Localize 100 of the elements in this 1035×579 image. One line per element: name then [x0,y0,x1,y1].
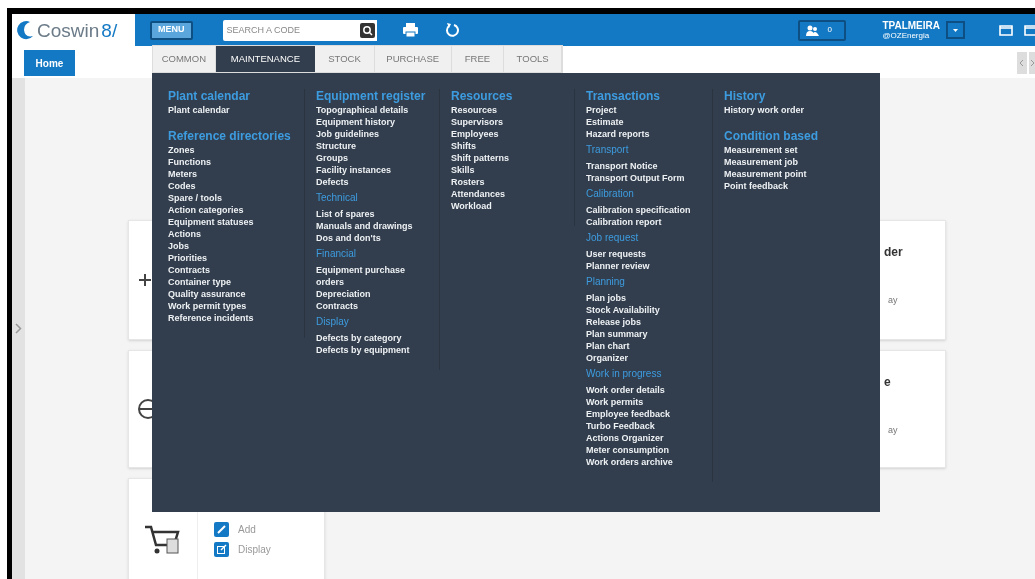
user-organization: @OZEnergia [882,31,931,40]
user-name: TPALMEIRA [882,20,940,31]
open-icon[interactable] [214,542,229,557]
menu-item[interactable]: Topographical details [316,104,428,116]
menu-item[interactable]: Contracts [316,300,428,312]
pencil-icon[interactable] [214,522,229,537]
card-link[interactable]: ay [888,294,898,308]
logo-version: 8/ [101,20,118,40]
menu-item[interactable]: Shifts [451,140,571,152]
card-title: e [884,374,891,391]
menu-item[interactable]: Structure [316,140,428,152]
menu-item[interactable]: Plant calendar [168,104,298,116]
menu-subheading: Financial [316,247,358,261]
menu-item[interactable]: Facility instances [316,164,428,176]
menu-item[interactable]: Employee feedback [586,408,711,420]
menu-item[interactable]: Codes [168,180,298,192]
menu-item[interactable]: Zones [168,144,298,156]
menu-item[interactable]: Functions [168,156,298,168]
menu-subheading: Display [316,315,350,329]
menu-item[interactable]: Attendances [451,188,571,200]
menu-item[interactable]: Supervisors [451,116,571,128]
menu-item[interactable]: Actions [168,228,298,240]
menu-item[interactable]: Container type [168,276,298,288]
menu-item[interactable]: Meter consumption [586,444,711,456]
menu-item[interactable]: Organizer [586,352,711,364]
menu-heading: Transactions [586,89,662,104]
menu-item[interactable]: Spare / tools [168,192,298,204]
menu-subheading: Work in progress [586,367,663,381]
menu-item[interactable]: Groups [316,152,428,164]
menu-item[interactable]: Measurement set [724,144,864,156]
users-icon [806,24,820,36]
menu-item[interactable]: Transport Output Form [586,172,711,184]
menu-item[interactable]: Equipment history [316,116,428,128]
menu-item[interactable]: Turbo Feedback [586,420,711,432]
notification-button[interactable]: 0 [798,19,847,41]
menu-item[interactable]: List of spares [316,208,428,220]
menu-item[interactable]: Work permit types [168,300,298,312]
menu-item[interactable]: Manuals and drawings [316,220,428,232]
logo-icon [15,19,35,41]
menu-item[interactable]: Employees [451,128,571,140]
menu-tab[interactable]: MAINTENANCE [215,46,316,72]
menu-item[interactable]: Project [586,104,711,116]
menu-item[interactable]: Jobs [168,240,298,252]
search-field[interactable]: SEARCH A CODE [222,19,360,41]
menu-item[interactable]: Resources [451,104,571,116]
menu-heading: Condition based [724,129,819,144]
menu-item[interactable]: Release jobs [586,316,711,328]
menu-item[interactable]: Workload [451,200,571,212]
menu-item[interactable]: Point feedback [724,180,864,192]
menu-subheading: Job request [586,231,640,245]
menu-heading: Plant calendar [168,89,252,104]
menu-item[interactable]: Estimate [586,116,711,128]
menu-item[interactable]: Equipment purchase orders [316,264,428,288]
menu-item[interactable]: History work order [724,104,864,116]
menu-item[interactable]: Depreciation [316,288,428,300]
menu-item[interactable]: Plan chart [586,340,711,352]
menu-item[interactable]: Plan jobs [586,292,711,304]
dropdown-button[interactable] [946,21,965,39]
logo-text: Coswin [37,20,100,40]
windows-icon[interactable] [1024,24,1035,36]
window-icon[interactable] [999,24,1013,36]
menu-item[interactable]: Stock Availability [586,304,711,316]
menu-item[interactable]: Quality assurance [168,288,298,300]
menu-heading: Reference directories [168,129,292,144]
menu-heading: Equipment register [316,89,427,104]
menu-item[interactable]: Defects by category [316,332,428,344]
menu-item[interactable]: Defects by equipment [316,344,428,356]
menu-item[interactable]: Hazard reports [586,128,711,140]
menu-item[interactable]: Measurement job [724,156,864,168]
menu-item[interactable]: Action categories [168,204,298,216]
menu-item[interactable]: Equipment statuses [168,216,298,228]
card-link[interactable]: ay [888,424,898,438]
menu-item[interactable]: Work permits [586,396,711,408]
menu-item[interactable]: Contracts [168,264,298,276]
plus-icon [139,274,151,286]
refresh-icon[interactable] [444,23,459,37]
print-icon[interactable] [402,23,418,37]
menu-item[interactable]: User requests [586,248,711,260]
menu-item[interactable]: Rosters [451,176,571,188]
menu-subheading: Planning [586,275,626,289]
menu-item[interactable]: Work order details [586,384,711,396]
menu-item[interactable]: Skills [451,164,571,176]
menu-item[interactable]: Transport Notice [586,160,711,172]
menu-item[interactable]: Defects [316,176,428,188]
menu-item[interactable]: Shift patterns [451,152,571,164]
home-tab[interactable]: Home [24,50,75,76]
menu-item[interactable]: Planner review [586,260,711,272]
menu-item[interactable]: Meters [168,168,298,180]
menu-item[interactable]: Calibration report [586,216,711,228]
menu-subheading: Calibration [586,187,635,201]
menu-item[interactable]: Measurement point [724,168,864,180]
menu-item[interactable]: Plan summary [586,328,711,340]
menu-item[interactable]: Work orders archive [586,456,711,468]
card-title: der [884,244,903,261]
menu-item[interactable]: Calibration specification [586,204,711,216]
menu-item[interactable]: Actions Organizer [586,432,711,444]
menu-item[interactable]: Reference incidents [168,312,298,324]
menu-item[interactable]: Job guidelines [316,128,428,140]
menu-item[interactable]: Dos and don'ts [316,232,428,244]
menu-item[interactable]: Priorities [168,252,298,264]
